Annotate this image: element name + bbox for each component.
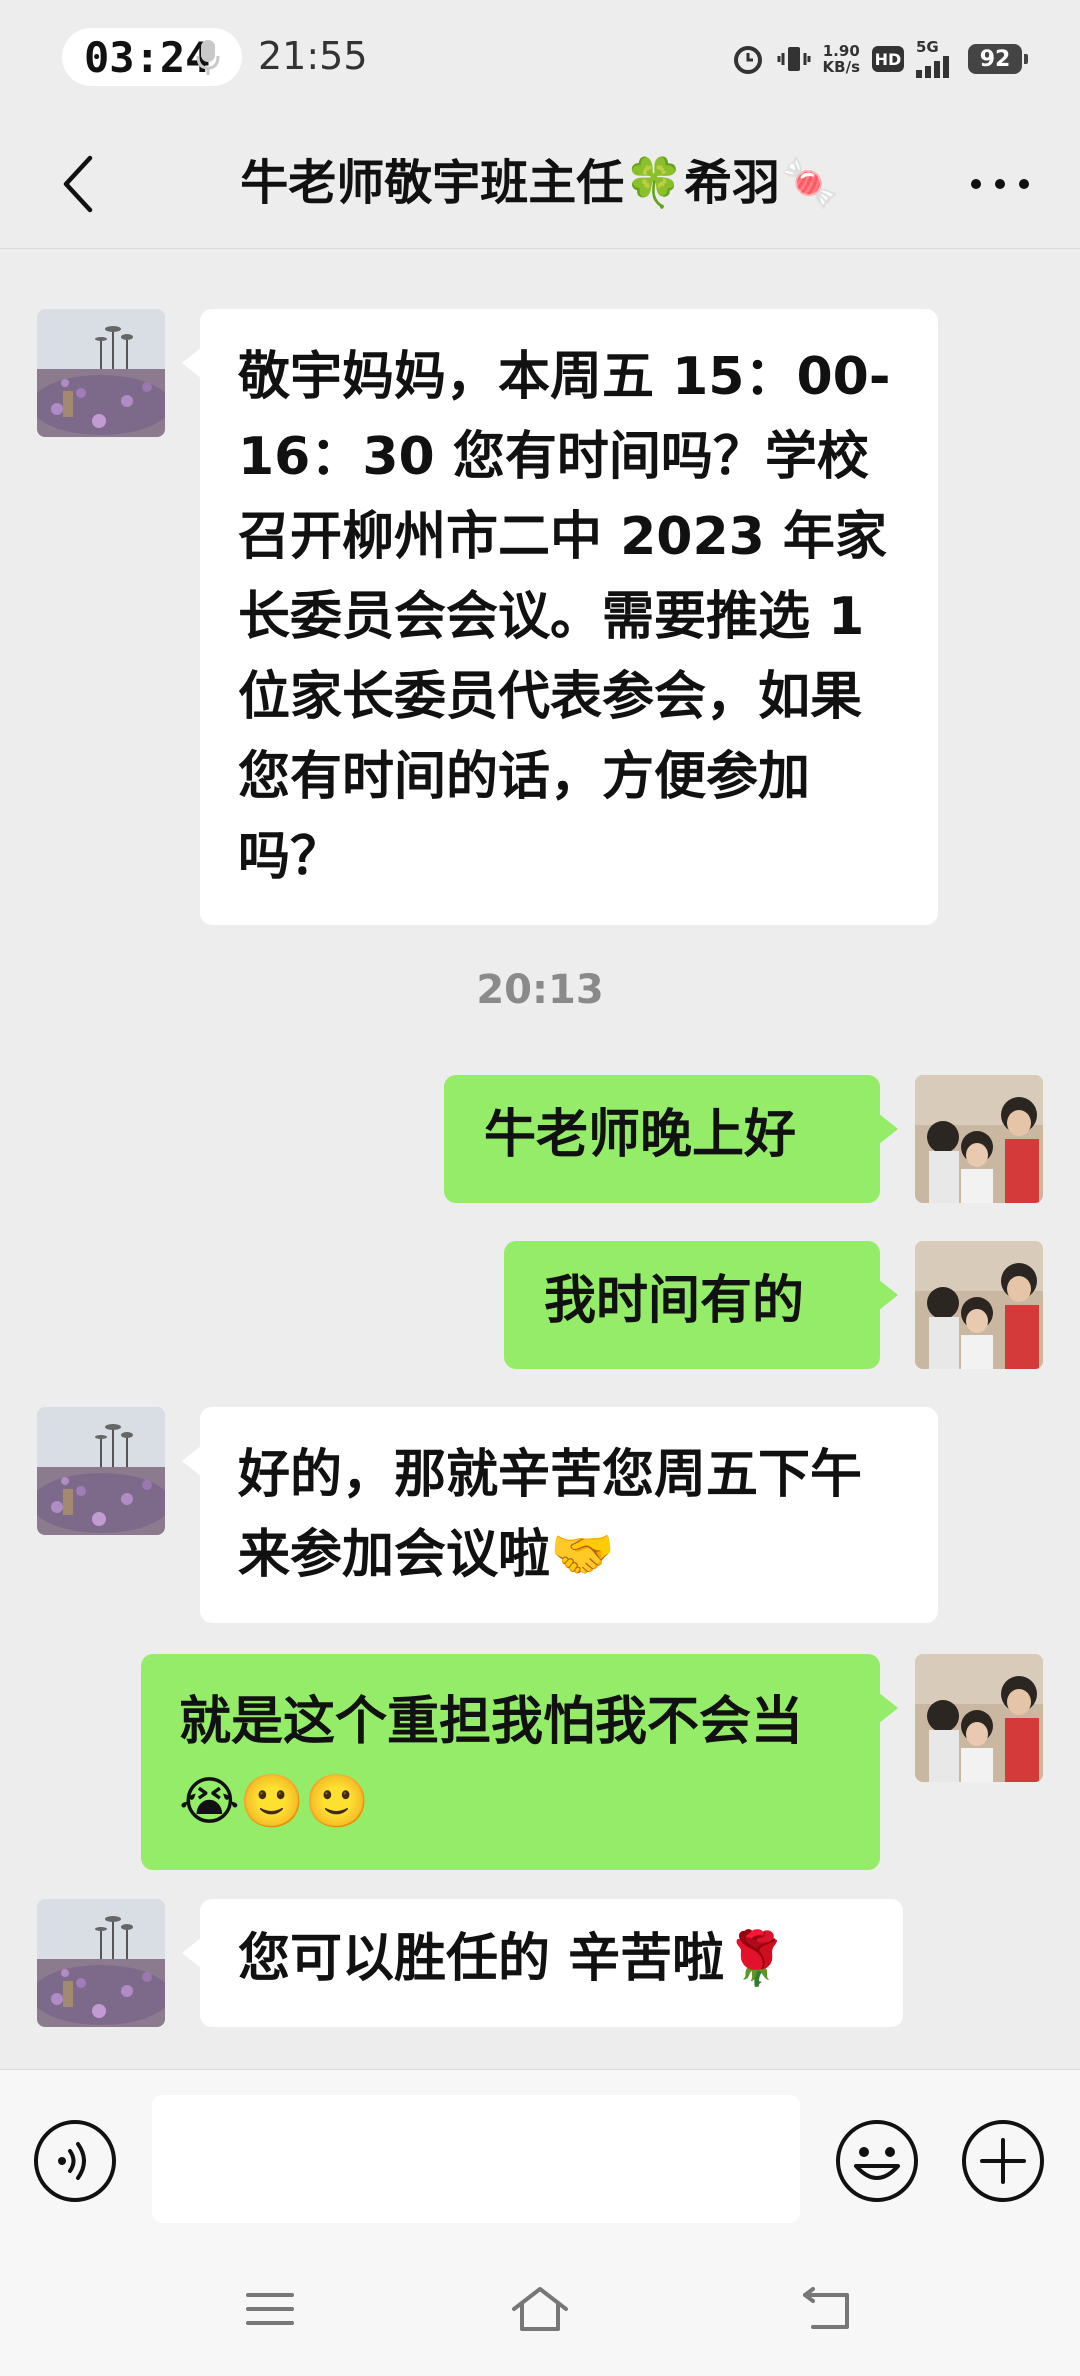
more-icon bbox=[971, 179, 1029, 189]
my-avatar[interactable] bbox=[915, 1654, 1043, 1782]
status-bar: 03:24 21:55 1.90 KB/s HD 5G 92 bbox=[0, 0, 1080, 118]
contact-avatar[interactable] bbox=[37, 1407, 165, 1535]
family-photo-avatar-image bbox=[915, 1075, 1043, 1203]
message-text: 我时间有的 bbox=[544, 1271, 805, 1331]
message-bubble-incoming[interactable]: 敬宇妈妈，本周五 15：00-16：30 您有时间吗？学校召开柳州市二中 202… bbox=[182, 309, 938, 925]
plus-icon[interactable] bbox=[960, 2118, 1046, 2204]
flower-field-avatar-image bbox=[37, 1899, 165, 2027]
message-bubble-incoming[interactable]: 您可以胜任的 辛苦啦🌹 bbox=[182, 1899, 903, 2027]
home-icon bbox=[512, 2287, 568, 2331]
chevron-left-icon bbox=[63, 155, 93, 213]
chat-title: 牛老师敬宇班主任🍀希羽🍬 bbox=[240, 155, 840, 211]
message-text: 您可以胜任的 辛苦啦🌹 bbox=[238, 1929, 789, 1989]
back-button[interactable] bbox=[38, 144, 118, 224]
hd-badge: HD bbox=[872, 46, 904, 72]
family-photo-avatar-image bbox=[915, 1654, 1043, 1782]
nav-back-button[interactable] bbox=[775, 2279, 875, 2339]
nav-menu-button[interactable] bbox=[220, 2279, 320, 2339]
status-clock: 21:55 bbox=[258, 34, 368, 78]
menu-icon bbox=[246, 2293, 294, 2325]
back-nav-icon bbox=[803, 2287, 849, 2329]
message-input[interactable] bbox=[152, 2095, 800, 2223]
my-avatar[interactable] bbox=[915, 1075, 1043, 1203]
message-bubble-outgoing[interactable]: 我时间有的 bbox=[504, 1241, 898, 1369]
voice-icon[interactable] bbox=[32, 2118, 118, 2204]
mic-icon bbox=[196, 40, 220, 75]
input-bar bbox=[0, 2069, 1080, 2240]
message-bubble-outgoing[interactable]: 牛老师晚上好 bbox=[444, 1075, 898, 1203]
status-icons: 1.90 KB/s HD 5G 92 bbox=[731, 36, 1028, 82]
vibrate-icon bbox=[777, 42, 811, 76]
message-bubble-incoming[interactable]: 好的，那就辛苦您周五下午来参加会议啦🤝 bbox=[182, 1407, 938, 1623]
alarm-icon bbox=[731, 42, 765, 76]
nav-home-button[interactable] bbox=[490, 2279, 590, 2339]
smiley-icon[interactable] bbox=[834, 2118, 920, 2204]
message-text: 好的，那就辛苦您周五下午来参加会议啦🤝 bbox=[238, 1445, 863, 1585]
net-speed-value: 1.90 bbox=[822, 42, 860, 60]
message-list[interactable]: 敬宇妈妈，本周五 15：00-16：30 您有时间吗？学校召开柳州市二中 202… bbox=[0, 249, 1080, 2069]
message-bubble-outgoing[interactable]: 就是这个重担我怕我不会当😭🙂🙂 bbox=[141, 1654, 898, 1870]
message-timestamp: 20:13 bbox=[476, 967, 604, 1013]
battery-indicator: 92 bbox=[968, 44, 1028, 74]
more-button[interactable] bbox=[950, 144, 1050, 224]
contact-avatar[interactable] bbox=[37, 309, 165, 437]
message-text: 就是这个重担我怕我不会当😭🙂🙂 bbox=[179, 1692, 804, 1832]
net-speed-unit: KB/s bbox=[822, 58, 860, 76]
my-avatar[interactable] bbox=[915, 1241, 1043, 1369]
flower-field-avatar-image bbox=[37, 1407, 165, 1535]
family-photo-avatar-image bbox=[915, 1241, 1043, 1369]
message-text: 敬宇妈妈，本周五 15：00-16：30 您有时间吗？学校召开柳州市二中 202… bbox=[238, 347, 891, 887]
net-speed: 1.90 KB/s bbox=[823, 43, 860, 75]
chat-header: 牛老师敬宇班主任🍀希羽🍬 bbox=[0, 118, 1080, 249]
call-timer: 03:24 bbox=[84, 32, 211, 82]
contact-avatar[interactable] bbox=[37, 1899, 165, 2027]
message-text: 牛老师晚上好 bbox=[484, 1105, 797, 1165]
network-type: 5G bbox=[916, 38, 939, 56]
flower-field-avatar-image bbox=[37, 309, 165, 437]
signal-icon: 5G bbox=[916, 40, 956, 78]
system-nav-bar bbox=[0, 2239, 1080, 2376]
